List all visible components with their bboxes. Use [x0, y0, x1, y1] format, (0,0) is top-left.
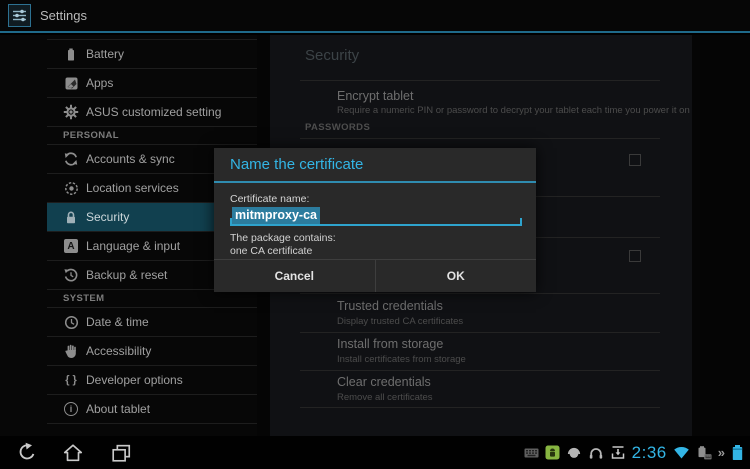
sidebar-item-label: Location services [86, 181, 179, 195]
page-title: Settings [40, 8, 87, 23]
location-icon [63, 180, 79, 196]
clock-time: 2:36 [632, 443, 667, 463]
section-header-label: SYSTEM [63, 293, 104, 304]
sidebar-item-label: Accounts & sync [86, 152, 175, 166]
install-tray-icon [610, 445, 626, 460]
divider [300, 407, 660, 408]
encrypt-tablet-subtitle: Require a numeric PIN or password to dec… [337, 105, 690, 116]
sidebar-item-label: Backup & reset [86, 268, 167, 282]
unknown-sources-checkbox[interactable] [629, 250, 641, 262]
divider [300, 80, 660, 81]
apps-icon [63, 75, 79, 91]
clock-icon [63, 314, 79, 330]
system-navigation-bar: 2:36 » [0, 436, 750, 469]
sidebar-item-label: Battery [86, 47, 124, 61]
home-button[interactable] [56, 439, 90, 467]
sidebar-item-date-time[interactable]: Date & time [47, 308, 257, 337]
divider [300, 332, 660, 333]
settings-sliders-icon [11, 7, 28, 24]
dock-battery-icon [696, 445, 712, 461]
sidebar-item-label: Apps [86, 76, 113, 90]
recent-apps-icon [110, 442, 132, 464]
ok-button[interactable]: OK [375, 260, 537, 292]
sidebar-item-label: Developer options [86, 373, 183, 387]
sidebar-item-accessibility[interactable]: Accessibility [47, 337, 257, 366]
certificate-name-input[interactable]: mitmproxy-ca [230, 206, 522, 226]
dialog-title: Name the certificate [214, 148, 536, 181]
battery-icon [731, 444, 744, 461]
content-title: Security [305, 47, 359, 64]
status-tray[interactable]: 2:36 » [524, 436, 744, 469]
hand-icon [63, 343, 79, 359]
sidebar-item-asus-customized-setting[interactable]: ASUS customized setting [47, 98, 257, 127]
info-icon: i [63, 401, 79, 417]
sidebar-section-system: SYSTEM [47, 290, 257, 308]
usb-debugging-android-icon [545, 445, 560, 460]
package-contains-label: The package contains: [230, 232, 336, 244]
wifi-icon [673, 445, 690, 460]
braces-icon: { } [63, 372, 79, 388]
trusted-credentials-subtitle: Display trusted CA certificates [337, 316, 463, 327]
encrypt-tablet-row[interactable]: Encrypt tablet [337, 89, 413, 103]
settings-app-icon[interactable] [8, 4, 31, 27]
clear-credentials-subtitle: Remove all certificates [337, 392, 433, 403]
certificate-name-value-selected: mitmproxy-ca [232, 207, 320, 224]
sidebar-item-label: Accessibility [86, 344, 151, 358]
clear-credentials-row[interactable]: Clear credentials [337, 375, 431, 389]
back-icon [16, 442, 38, 464]
sidebar-item-label: Security [86, 210, 129, 224]
sidebar-item-battery[interactable]: Battery [47, 40, 257, 69]
section-header-label: PERSONAL [63, 130, 119, 141]
headset-icon [566, 445, 582, 460]
home-icon [62, 442, 84, 464]
install-from-storage-subtitle: Install certificates from storage [337, 354, 466, 365]
sidebar-item-label: About tablet [86, 402, 150, 416]
back-button[interactable] [10, 439, 44, 467]
divider [300, 293, 660, 294]
sidebar-item-developer-options[interactable]: { } Developer options [47, 366, 257, 395]
action-bar: Settings [0, 0, 750, 33]
headphones-icon [588, 445, 604, 460]
sidebar-item-about-tablet[interactable]: i About tablet [47, 395, 257, 424]
chevrons-icon: » [718, 445, 725, 460]
sidebar-item-label: Date & time [86, 315, 149, 329]
backup-icon [63, 267, 79, 283]
sidebar-item-apps[interactable]: Apps [47, 69, 257, 98]
install-from-storage-row[interactable]: Install from storage [337, 337, 443, 351]
divider [300, 370, 660, 371]
sync-icon [63, 151, 79, 167]
recent-apps-button[interactable] [104, 439, 138, 467]
package-contains-value: one CA certificate [230, 245, 312, 257]
lock-icon [63, 209, 79, 225]
name-certificate-dialog: Name the certificate Certificate name: m… [214, 148, 536, 292]
sidebar-section-personal: PERSONAL [47, 127, 257, 145]
android-settings-screen: Settings Battery Apps ASUS customized se… [0, 0, 750, 469]
divider [300, 138, 660, 139]
make-passwords-visible-checkbox[interactable] [629, 154, 641, 166]
battery-icon [63, 46, 79, 62]
sidebar-item-label: Language & input [86, 239, 180, 253]
language-icon: A [63, 238, 79, 254]
certificate-name-label: Certificate name: [230, 193, 309, 205]
trusted-credentials-row[interactable]: Trusted credentials [337, 299, 443, 313]
keyboard-icon [524, 448, 539, 458]
dialog-button-bar: Cancel OK [214, 259, 536, 292]
sidebar-item-label: ASUS customized setting [86, 105, 221, 119]
dialog-title-divider [214, 181, 536, 183]
passwords-section-header: PASSWORDS [305, 122, 370, 133]
cancel-button[interactable]: Cancel [214, 260, 375, 292]
gear-icon [63, 104, 79, 120]
